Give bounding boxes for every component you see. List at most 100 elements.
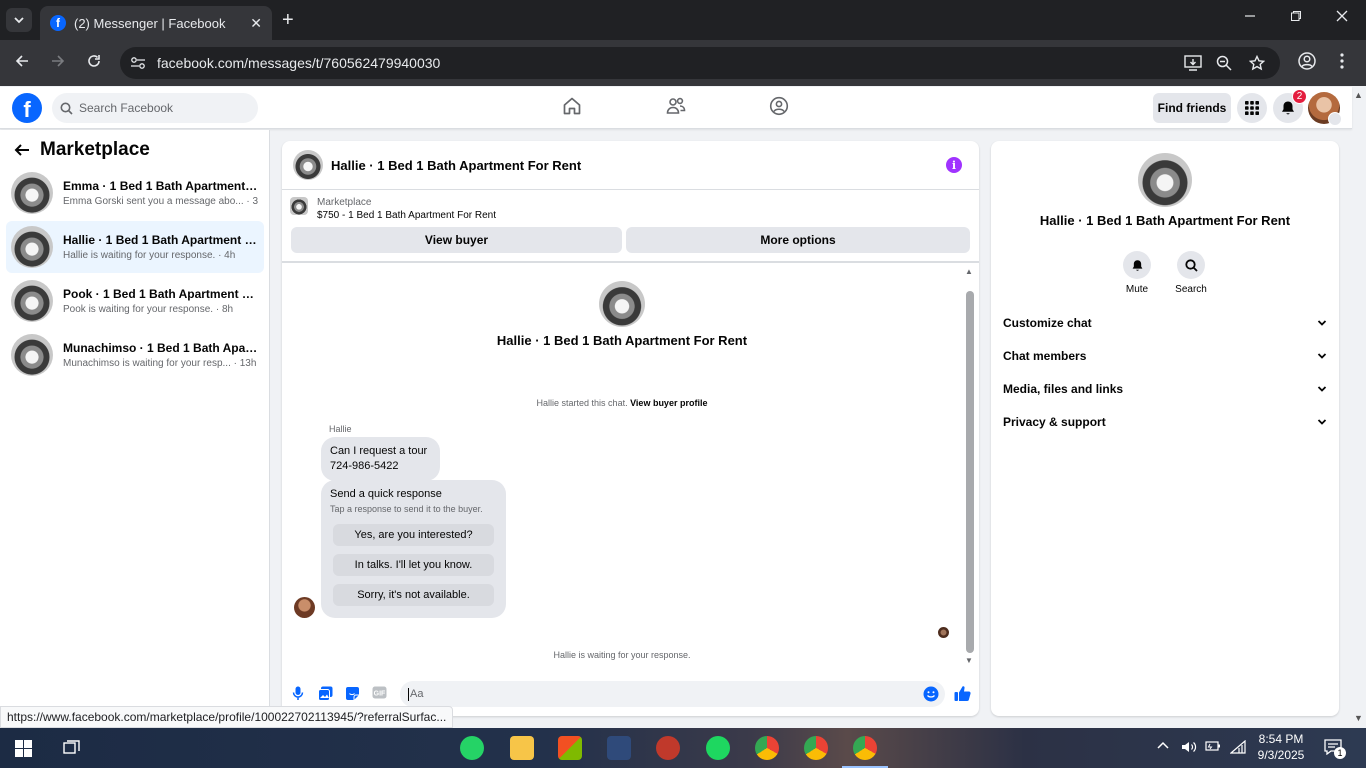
app-icon[interactable] xyxy=(656,736,680,760)
forward-icon[interactable] xyxy=(50,53,66,69)
chat-scroll-up-arrow[interactable]: ▲ xyxy=(965,267,973,276)
friends-icon[interactable] xyxy=(666,96,686,116)
view-buyer-button[interactable]: View buyer xyxy=(291,227,622,253)
menu-grid-button[interactable] xyxy=(1237,93,1267,123)
listing-thumbnail xyxy=(11,172,53,214)
account-avatar[interactable] xyxy=(1308,92,1342,126)
browser-tab-strip: f (2) Messenger | Facebook ✕ + xyxy=(0,0,1366,40)
search-in-chat-button[interactable]: Search xyxy=(1166,251,1216,295)
quick-response-button[interactable]: Yes, are you interested? xyxy=(333,524,494,546)
battery-icon[interactable] xyxy=(1205,740,1221,752)
chevron-down-icon xyxy=(1317,386,1327,392)
file-explorer-icon[interactable] xyxy=(510,736,534,760)
minimize-icon[interactable] xyxy=(1244,10,1256,22)
emoji-icon[interactable] xyxy=(923,686,939,702)
conversation-name: Pook · 1 Bed 1 Bath Apartment For ... xyxy=(63,287,258,301)
chat-info-panel: Hallie · 1 Bed 1 Bath Apartment For Rent… xyxy=(991,141,1339,716)
conversation-item[interactable]: Munachimso · 1 Bed 1 Bath Apart... Munac… xyxy=(6,329,264,381)
new-tab-button[interactable]: + xyxy=(282,9,294,32)
wifi-icon[interactable] xyxy=(1230,740,1246,754)
reload-icon[interactable] xyxy=(86,53,102,69)
page-scroll-up-arrow[interactable]: ▲ xyxy=(1354,90,1363,100)
mute-label: Mute xyxy=(1125,284,1149,295)
waiting-notice: Hallie is waiting for your response. xyxy=(553,650,691,660)
customize-chat-section[interactable]: Customize chat xyxy=(1003,313,1327,333)
photoshop-icon[interactable] xyxy=(607,736,631,760)
conversation-item-active[interactable]: Hallie · 1 Bed 1 Bath Apartment Fo... Ha… xyxy=(6,221,264,273)
install-app-icon[interactable] xyxy=(1184,55,1202,71)
browser-toolbar: facebook.com/messages/t/760562479940030 xyxy=(0,40,1366,86)
back-arrow-icon[interactable] xyxy=(14,142,30,158)
address-bar[interactable]: facebook.com/messages/t/760562479940030 xyxy=(120,47,1280,79)
started-text: Hallie started this chat. xyxy=(536,398,628,408)
listing-price: $750 - 1 Bed 1 Bath Apartment For Rent xyxy=(317,210,496,221)
grid-icon xyxy=(1245,101,1259,115)
media-files-links-section[interactable]: Media, files and links xyxy=(1003,379,1327,399)
spotify-icon[interactable] xyxy=(706,736,730,760)
page-scroll-down-arrow[interactable]: ▼ xyxy=(1354,713,1363,723)
chrome-icon[interactable] xyxy=(755,736,779,760)
whatsapp-icon[interactable] xyxy=(460,736,484,760)
sticker-icon[interactable] xyxy=(345,686,360,701)
tray-overflow-icon[interactable] xyxy=(1157,740,1169,750)
zoom-icon[interactable] xyxy=(1216,55,1232,71)
listing-source: Marketplace xyxy=(317,197,372,208)
facebook-logo[interactable]: f xyxy=(12,93,42,123)
message-input[interactable]: Aa xyxy=(400,681,945,707)
photo-icon[interactable] xyxy=(318,686,333,701)
chat-scroll-down-arrow[interactable]: ▼ xyxy=(965,656,973,665)
back-icon[interactable] xyxy=(14,53,30,69)
more-options-button[interactable]: More options xyxy=(626,227,970,253)
conversation-preview: Emma Gorski sent you a message abo... · … xyxy=(63,196,258,207)
search-placeholder: Search Facebook xyxy=(79,101,174,115)
notification-count: 1 xyxy=(1334,747,1346,759)
chat-listing-thumbnail[interactable] xyxy=(293,150,323,180)
volume-icon[interactable] xyxy=(1181,740,1197,754)
microsoft-store-icon[interactable] xyxy=(558,736,582,760)
view-buyer-profile-link[interactable]: View buyer profile xyxy=(630,398,707,408)
mute-button[interactable]: Mute xyxy=(1112,251,1162,295)
find-friends-button[interactable]: Find friends xyxy=(1153,93,1231,123)
bookmark-star-icon[interactable] xyxy=(1249,55,1265,71)
listing-thumbnail xyxy=(11,334,53,376)
browser-menu-icon[interactable] xyxy=(1340,53,1344,69)
task-view-icon[interactable] xyxy=(63,740,80,756)
thumbs-up-icon[interactable] xyxy=(954,685,971,702)
browser-tab[interactable]: f (2) Messenger | Facebook ✕ xyxy=(40,6,272,40)
svg-text:GIF: GIF xyxy=(374,691,386,698)
chrome-profile-icon[interactable] xyxy=(804,736,828,760)
chat-members-section[interactable]: Chat members xyxy=(1003,346,1327,366)
groups-icon[interactable] xyxy=(769,96,789,116)
section-label: Chat members xyxy=(1003,349,1087,363)
section-label: Privacy & support xyxy=(1003,415,1106,429)
section-label: Media, files and links xyxy=(1003,382,1124,396)
restore-icon[interactable] xyxy=(1290,10,1302,22)
quick-response-button[interactable]: In talks. I'll let you know. xyxy=(333,554,494,576)
system-clock[interactable]: 8:54 PM 9/3/2025 xyxy=(1246,731,1316,763)
notification-center-icon[interactable]: 1 xyxy=(1324,739,1346,759)
clock-time: 8:54 PM xyxy=(1258,732,1304,746)
chrome-active-icon[interactable] xyxy=(853,736,877,760)
info-icon[interactable]: i xyxy=(946,157,962,173)
listing-summary[interactable]: Marketplace $750 - 1 Bed 1 Bath Apartmen… xyxy=(290,197,496,221)
close-tab-icon[interactable]: ✕ xyxy=(250,15,262,32)
quick-response-button[interactable]: Sorry, it's not available. xyxy=(333,584,494,606)
chat-title[interactable]: Hallie · 1 Bed 1 Bath Apartment For Rent xyxy=(331,158,581,173)
message-line: Can I request a tour xyxy=(330,445,428,457)
facebook-header: f Search Facebook Find friends 2 xyxy=(0,87,1352,129)
profile-icon[interactable] xyxy=(1298,52,1316,70)
windows-taskbar: 8:54 PM 9/3/2025 1 xyxy=(0,728,1366,768)
chat-info-avatar xyxy=(1138,153,1192,207)
start-windows-icon[interactable] xyxy=(15,740,32,757)
microphone-icon[interactable] xyxy=(292,686,304,701)
close-window-icon[interactable] xyxy=(1336,10,1348,22)
site-settings-icon[interactable] xyxy=(130,56,146,70)
conversation-item[interactable]: Pook · 1 Bed 1 Bath Apartment For ... Po… xyxy=(6,275,264,327)
facebook-search-input[interactable]: Search Facebook xyxy=(52,93,258,123)
gif-icon[interactable]: GIF xyxy=(372,686,387,699)
conversation-item[interactable]: Emma · 1 Bed 1 Bath Apartment Fo... Emma… xyxy=(6,167,264,219)
privacy-support-section[interactable]: Privacy & support xyxy=(1003,412,1327,432)
tab-search-button[interactable] xyxy=(6,8,32,32)
home-icon[interactable] xyxy=(562,96,582,116)
chat-scrollbar[interactable] xyxy=(966,291,974,653)
